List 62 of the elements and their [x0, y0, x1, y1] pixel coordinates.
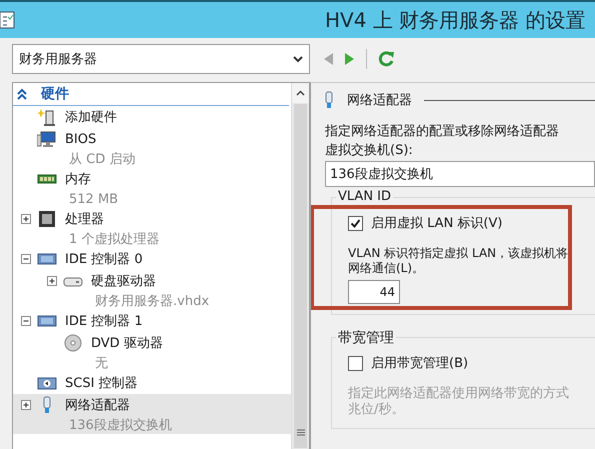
switch-dropdown[interactable]: 136段虚拟交换机 [325, 161, 595, 187]
help-text: VLAN 标识符指定虚拟 LAN，该虚拟机将 [348, 246, 570, 261]
monitor-icon [37, 130, 57, 148]
group-title: 带宽管理 [336, 329, 396, 347]
item-label: IDE 控制器 1 [65, 313, 143, 330]
expand-icon[interactable] [47, 276, 57, 286]
item-detail: 无 [95, 355, 108, 372]
section-title: 硬件 [41, 85, 69, 103]
collapse-icon[interactable] [17, 88, 27, 100]
field-label: 虚拟交换机(S): [324, 142, 414, 159]
item-label: 硬盘驱动器 [91, 273, 156, 290]
tree-item[interactable]: 硬盘驱动器 财务用服务器.vhdx [13, 270, 291, 310]
item-detail: 136段虚拟交换机 [69, 417, 172, 434]
vlan-id-field[interactable]: 44 [348, 280, 400, 304]
tree-item[interactable]: 处理器 1 个虚拟处理器 [13, 208, 291, 248]
window-title: HV4 上 财务用服务器 的设置 [325, 6, 586, 34]
item-detail: 财务用服务器.vhdx [95, 293, 210, 310]
tree-item[interactable]: 网络适配器 136段虚拟交换机 [13, 394, 291, 434]
help-text: 网络通信(L)。 [348, 261, 426, 276]
section-header[interactable]: 硬件 [13, 83, 289, 106]
tree-item[interactable]: IDE 控制器 0 [13, 248, 291, 270]
item-label: 处理器 [65, 211, 104, 228]
checkbox[interactable] [348, 216, 363, 230]
scrollbar[interactable] [291, 83, 309, 449]
tree-item[interactable]: DVD 驱动器 无 [13, 332, 291, 372]
grip-icon [296, 429, 304, 436]
refresh-icon[interactable] [377, 50, 395, 68]
chip-icon [37, 210, 57, 228]
item-detail: 1 个虚拟处理器 [69, 231, 160, 248]
item-label: DVD 驱动器 [91, 335, 163, 352]
collapse-icon[interactable] [21, 316, 31, 326]
expand-icon[interactable] [21, 214, 31, 224]
help-text: 指定此网络适配器使用网络带宽的方式 [348, 386, 570, 402]
scroll-up-icon[interactable] [296, 90, 305, 96]
checkmark-icon [350, 218, 361, 228]
caret-icon [293, 56, 303, 62]
network-plug-icon [323, 91, 335, 109]
item-label: 网络适配器 [65, 397, 130, 414]
disc-icon [63, 334, 83, 352]
expand-icon[interactable] [21, 400, 31, 410]
description: 指定网络适配器的配置或移除网络适配器 [324, 123, 560, 141]
item-detail: 从 CD 启动 [69, 151, 136, 168]
tower-icon [37, 108, 57, 126]
tree-item[interactable]: IDE 控制器 1 [13, 310, 291, 332]
item-label: 添加硬件 [65, 109, 117, 126]
tree-item[interactable]: 添加硬件 [13, 106, 291, 128]
tree-item[interactable]: SCSI 控制器 [13, 372, 291, 394]
help-text: 兆位/秒。 [348, 402, 406, 418]
item-label: 内存 [65, 171, 91, 188]
item-label: SCSI 控制器 [65, 375, 138, 392]
checkbox-label[interactable]: 启用虚拟 LAN 标识(V) [371, 214, 502, 232]
section-title: 网络适配器 [347, 92, 412, 109]
tree-item[interactable]: 内存 512 MB [13, 168, 291, 208]
vm-dropdown[interactable]: 财务用服务器 [12, 44, 310, 74]
item-label: IDE 控制器 0 [65, 251, 143, 268]
item-label: BIOS [65, 132, 96, 146]
settings-window-icon [0, 10, 16, 30]
collapse-icon[interactable] [21, 254, 31, 264]
checkbox-label[interactable]: 启用带宽管理(B) [371, 354, 468, 372]
item-detail: 512 MB [69, 192, 118, 206]
tree-item[interactable]: BIOS 从 CD 启动 [13, 128, 291, 168]
checkbox[interactable] [348, 356, 363, 370]
